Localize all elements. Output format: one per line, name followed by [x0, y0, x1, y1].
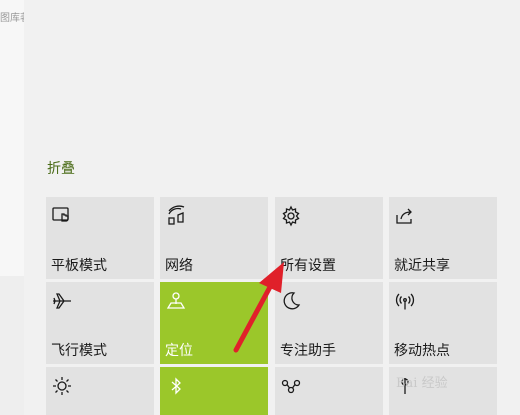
watermark: Bai 经验 — [396, 376, 448, 391]
tile-focus-assist[interactable]: 专注助手 — [275, 282, 383, 364]
tile-label: 所有设置 — [280, 258, 336, 274]
airplane-icon — [51, 290, 73, 312]
tile-location[interactable]: 定位 — [160, 282, 268, 364]
tile-connect[interactable] — [275, 367, 383, 415]
brightness-icon — [51, 375, 73, 397]
tile-label: 就近共享 — [394, 258, 450, 274]
tile-label: 定位 — [165, 343, 193, 359]
tile-nearby-share[interactable]: 就近共享 — [389, 197, 497, 279]
collapse-button[interactable]: 折叠 — [47, 158, 75, 178]
location-icon — [165, 290, 187, 312]
settings-gear-icon — [280, 205, 302, 227]
bluetooth-icon — [165, 375, 187, 397]
tile-mobile-hotspot[interactable]: 移动热点 — [389, 282, 497, 364]
hotspot-icon — [394, 290, 416, 312]
tile-tablet-mode[interactable]: 平板模式 — [46, 197, 154, 279]
tile-bluetooth[interactable] — [160, 367, 268, 415]
network-icon — [165, 205, 187, 227]
tile-all-settings[interactable]: 所有设置 — [275, 197, 383, 279]
tile-label: 飞行模式 — [51, 343, 107, 359]
tile-network[interactable]: 网络 — [160, 197, 268, 279]
tile-label: 移动热点 — [394, 343, 450, 359]
nearby-share-icon — [394, 205, 416, 227]
tile-label: 网络 — [165, 258, 193, 274]
moon-icon — [280, 290, 302, 312]
tile-label: 平板模式 — [51, 258, 107, 274]
background-window: 图库著 — [0, 0, 24, 276]
background-window-text: 图库著 — [0, 13, 24, 24]
tile-label: 专注助手 — [280, 343, 336, 359]
tablet-mode-icon — [51, 205, 73, 227]
tile-brightness[interactable] — [46, 367, 154, 415]
connect-icon — [280, 375, 302, 397]
tile-airplane-mode[interactable]: 飞行模式 — [46, 282, 154, 364]
